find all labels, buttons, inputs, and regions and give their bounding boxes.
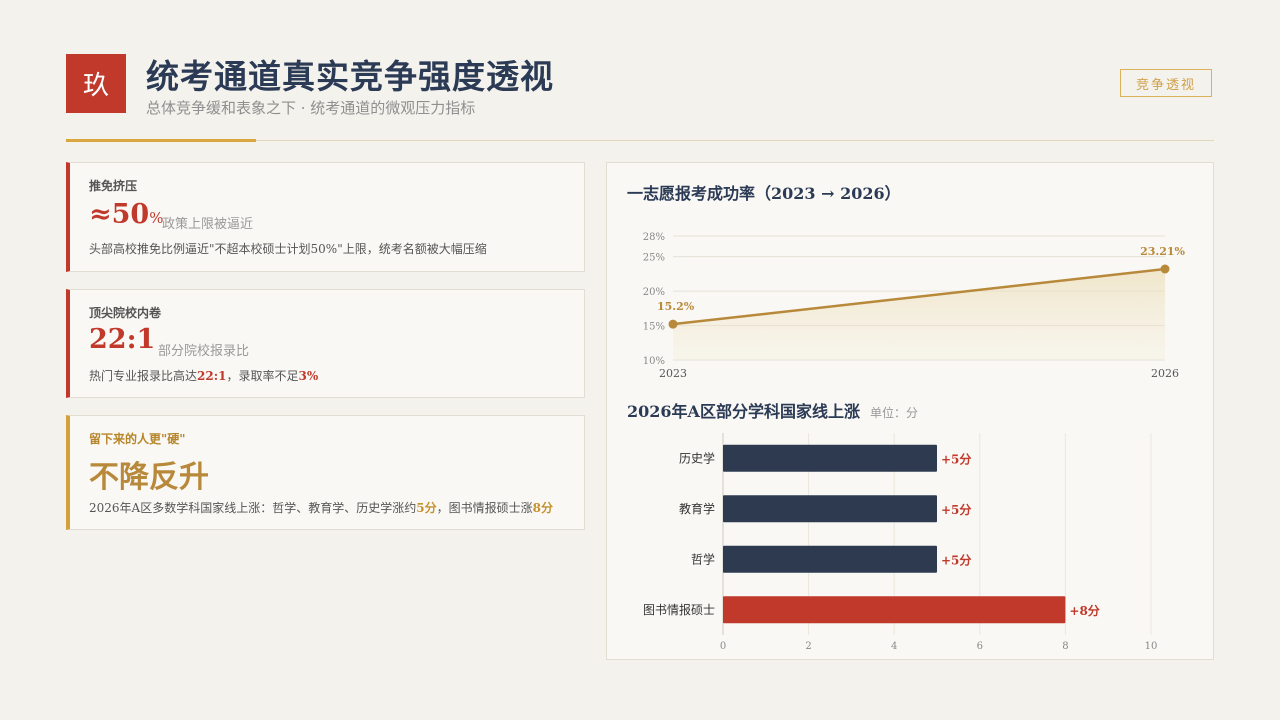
section-tag: 竞争透视 bbox=[1120, 69, 1212, 97]
desc-highlight-8: 8分 bbox=[532, 501, 553, 515]
x-tick-label: 0 bbox=[720, 641, 726, 652]
desc-text: 2026年A区多数学科国家线上涨：哲学、教育学、历史学涨约 bbox=[89, 501, 417, 515]
desc-text: ，图书情报硕士涨 bbox=[436, 501, 533, 515]
data-label: +5分 bbox=[941, 502, 971, 517]
bar-chart: 0 2 4 6 8 10历史学 +5分教育学 +5分哲学 +5分图书情报硕士 +8分 bbox=[643, 433, 1158, 652]
bar-chart-title-text: 2026年A区部分学科国家线上涨 bbox=[627, 402, 860, 421]
page-subtitle: 总体竞争缓和表象之下 · 统考通道的微观压力指标 bbox=[146, 99, 476, 117]
card-big-number: ≈50 bbox=[89, 199, 150, 230]
category-label: 历史学 bbox=[679, 450, 715, 465]
card-label: 推免挤压 bbox=[89, 179, 138, 193]
data-label: +5分 bbox=[941, 552, 971, 567]
data-label: 15.2% bbox=[657, 300, 695, 313]
card-desc: 2026年A区多数学科国家线上涨：哲学、教育学、历史学涨约5分，图书情报硕士涨8… bbox=[89, 499, 553, 516]
category-label: 教育学 bbox=[679, 501, 715, 516]
y-tick-label: 15% bbox=[643, 322, 665, 333]
page-title: 统考通道真实竞争强度透视 bbox=[146, 57, 554, 96]
header-divider-accent bbox=[66, 139, 256, 142]
card-big-value: 22:1 bbox=[89, 324, 156, 355]
y-tick-label: 25% bbox=[643, 253, 665, 264]
x-tick-label: 6 bbox=[977, 641, 983, 652]
bar bbox=[723, 444, 937, 472]
data-label: +5分 bbox=[941, 451, 971, 466]
data-point bbox=[1160, 264, 1170, 274]
chart-panel: 一志愿报考成功率（2023 → 2026） 10% 15% 20% 25% 28% 15.… bbox=[606, 162, 1214, 660]
x-tick-label: 10 bbox=[1145, 641, 1158, 652]
bar-chart-title: 2026年A区部分学科国家线上涨 单位：分 bbox=[627, 398, 918, 422]
data-label: 23.21% bbox=[1140, 245, 1185, 258]
card-desc: 头部高校推免比例逼近"不超本校硕士计划50%"上限，统考名额被大幅压缩 bbox=[89, 242, 487, 256]
data-label: +8分 bbox=[1069, 603, 1099, 618]
data-point bbox=[668, 319, 678, 329]
y-tick-label: 20% bbox=[643, 287, 665, 298]
x-tick-label: 8 bbox=[1062, 641, 1068, 652]
category-label: 图书情报硕士 bbox=[643, 602, 715, 617]
stat-card-top-school-competition: 顶尖院校内卷 22:1 部分院校报录比 热门专业报录比高达22:1，录取率不足3… bbox=[66, 289, 585, 398]
bar-chart-unit: 单位：分 bbox=[869, 406, 918, 420]
line-chart-title: 一志愿报考成功率（2023 → 2026） bbox=[627, 184, 901, 203]
desc-highlight-rate: 3% bbox=[298, 369, 319, 383]
desc-highlight-5: 5分 bbox=[416, 501, 437, 515]
desc-text: 热门专业报录比高达 bbox=[89, 369, 198, 383]
series-area bbox=[673, 268, 1165, 360]
category-label: 哲学 bbox=[691, 551, 715, 566]
card-note: 部分院校报录比 bbox=[158, 344, 250, 359]
section-badge: 玖 bbox=[66, 54, 126, 113]
card-big-value: 不降反升 bbox=[89, 460, 209, 495]
x-tick-label: 2026 bbox=[1151, 367, 1179, 380]
card-note: 政策上限被逼近 bbox=[162, 217, 254, 232]
x-tick-label: 4 bbox=[891, 641, 897, 652]
y-tick-label: 28% bbox=[643, 232, 665, 243]
card-label: 留下来的人更"硬" bbox=[89, 432, 186, 446]
bar bbox=[723, 545, 937, 573]
card-desc: 热门专业报录比高达22:1，录取率不足3% bbox=[89, 367, 318, 384]
desc-text: ，录取率不足 bbox=[226, 369, 299, 383]
x-tick-label: 2 bbox=[805, 641, 811, 652]
y-tick-label: 10% bbox=[643, 356, 665, 367]
stat-card-recommend-squeeze: 推免挤压 ≈50% 政策上限被逼近 头部高校推免比例逼近"不超本校硕士计划50%… bbox=[66, 162, 585, 272]
card-label: 顶尖院校内卷 bbox=[89, 306, 162, 320]
x-tick-label: 2023 bbox=[659, 367, 687, 380]
bar bbox=[723, 495, 937, 523]
card-big-value: ≈50% bbox=[89, 199, 163, 230]
desc-highlight-ratio: 22:1 bbox=[197, 369, 227, 383]
stat-card-harder-survivors: 留下来的人更"硬" 不降反升 2026年A区多数学科国家线上涨：哲学、教育学、历… bbox=[66, 415, 585, 530]
bar bbox=[723, 596, 1066, 624]
